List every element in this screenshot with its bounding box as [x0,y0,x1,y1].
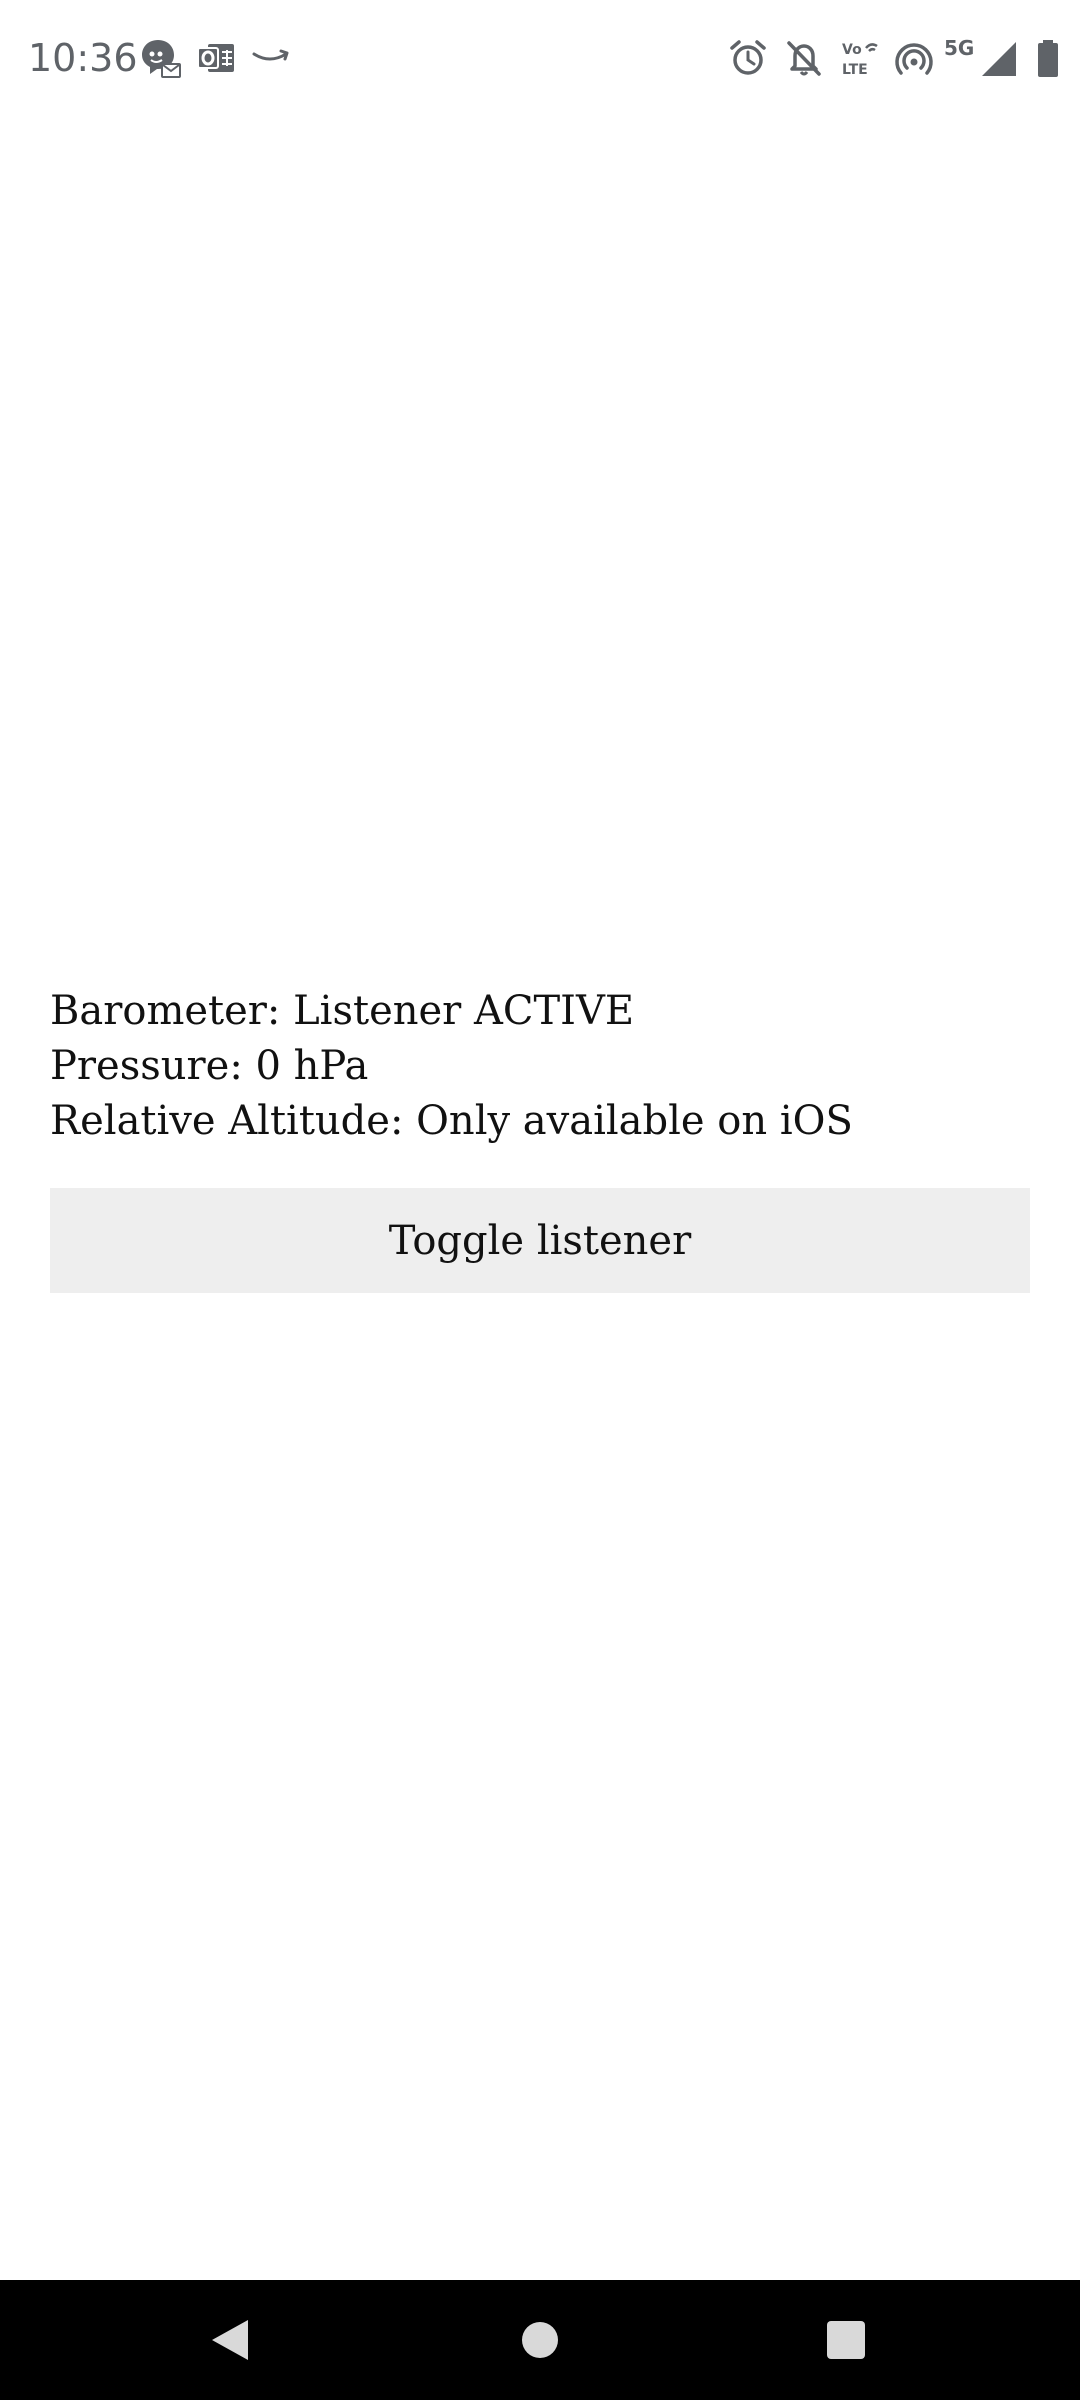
home-button[interactable] [480,2280,600,2400]
relative-altitude-text: Relative Altitude: Only available on iOS [50,1098,853,1144]
network-type-label: 5G [944,36,975,60]
recents-button[interactable] [786,2280,906,2400]
alarm-icon [726,36,770,80]
back-icon [212,2320,248,2360]
home-icon [522,2322,558,2358]
barometer-info: Barometer: Listener ACTIVE Pressure: 0 h… [50,984,1030,1149]
amazon-icon [250,36,294,80]
chat-notification-icon [138,36,182,80]
notifications-off-icon [782,36,826,80]
outlook-icon [194,36,238,80]
toggle-listener-button[interactable]: Toggle listener [50,1188,1030,1293]
hotspot-icon [892,36,936,80]
recents-icon [827,2321,865,2359]
svg-text:LTE: LTE [842,62,868,78]
signal-icon [978,36,1022,80]
status-bar: 10:36 Vo LTE 5G [0,0,1080,116]
battery-icon [1026,36,1070,80]
volte-icon: Vo LTE [838,36,882,80]
svg-text:Vo: Vo [842,42,862,58]
status-time: 10:36 [28,36,138,80]
back-button[interactable] [170,2280,290,2400]
navigation-bar [0,2280,1080,2400]
pressure-text: Pressure: 0 hPa [50,1043,369,1089]
barometer-status-text: Barometer: Listener ACTIVE [50,988,635,1034]
